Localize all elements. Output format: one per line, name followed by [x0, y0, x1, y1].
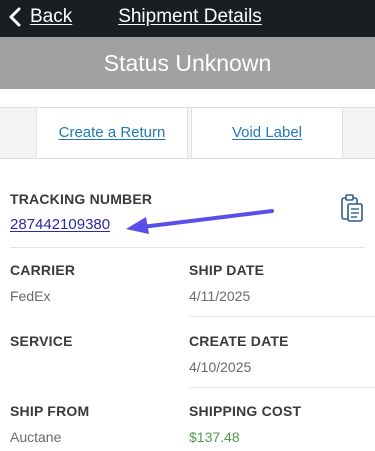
- chevron-left-icon: [9, 7, 21, 27]
- ship-from-label: SHIP FROM: [10, 403, 90, 419]
- create-date-value: 4/10/2025: [189, 359, 252, 375]
- divider: [189, 316, 375, 317]
- divider: [189, 387, 375, 388]
- carrier-value: FedEx: [10, 288, 51, 304]
- tracking-number-link[interactable]: 287442109380: [10, 216, 110, 233]
- shipping-cost-label: SHIPPING COST: [189, 403, 302, 419]
- shipping-cost-value: $137.48: [189, 429, 240, 445]
- service-label: SERVICE: [10, 333, 73, 349]
- clipboard-icon[interactable]: [340, 193, 364, 223]
- page-title[interactable]: Shipment Details: [110, 3, 270, 31]
- ship-from-value: Auctane: [10, 429, 62, 445]
- action-strip: Create a Return Void Label: [0, 107, 375, 159]
- arrow-icon: [126, 209, 274, 234]
- ship-date-label: SHIP DATE: [189, 262, 265, 278]
- divider: [10, 247, 365, 248]
- ship-date-value: 4/11/2025: [189, 288, 251, 304]
- create-date-label: CREATE DATE: [189, 333, 289, 349]
- status-banner: Status Unknown: [0, 37, 375, 89]
- create-return-button[interactable]: Create a Return: [36, 108, 188, 158]
- void-label-button[interactable]: Void Label: [191, 108, 343, 158]
- back-label: Back: [30, 6, 73, 27]
- carrier-label: CARRIER: [10, 262, 76, 278]
- nav-bar: Back Shipment Details: [0, 0, 375, 37]
- back-button[interactable]: Back: [8, 3, 72, 31]
